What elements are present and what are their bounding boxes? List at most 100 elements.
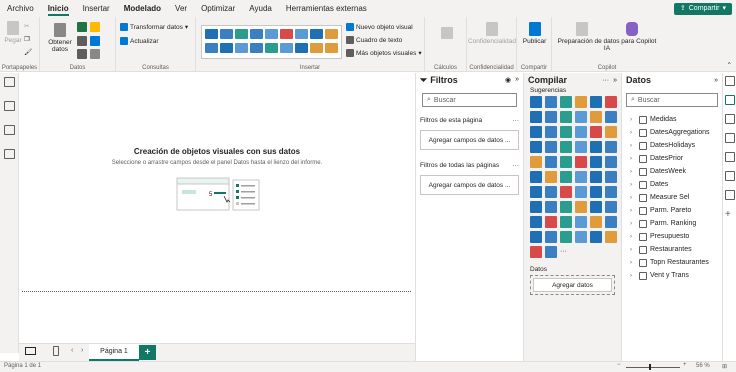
custom-6-icon[interactable] (575, 201, 587, 213)
power-automate-icon[interactable] (545, 186, 557, 198)
table-icon[interactable] (310, 43, 323, 53)
get-data-button[interactable]: Obtener datos (46, 23, 74, 53)
column-chart-icon[interactable] (220, 29, 233, 39)
textbox-button[interactable]: Cuadro de texto (346, 36, 402, 44)
custom-5-icon[interactable] (560, 201, 572, 213)
report-canvas[interactable]: Creación de objetos visuales con sus dat… (19, 73, 415, 343)
selection-icon[interactable] (725, 152, 735, 162)
azure-map-icon[interactable] (575, 141, 587, 153)
bookmarks-icon[interactable] (725, 133, 735, 143)
custom-12-icon[interactable] (575, 216, 587, 228)
new-measure-icon[interactable] (441, 27, 453, 39)
stacked-bar-icon[interactable] (530, 96, 542, 108)
key-influencers-icon[interactable] (545, 171, 557, 183)
collapse-icon[interactable]: » (515, 76, 519, 84)
kpi-icon[interactable] (295, 43, 308, 53)
custom-18-icon[interactable] (575, 231, 587, 243)
field-table-item[interactable]: › Topn Restaurantes (622, 256, 722, 269)
more-visuals-button[interactable]: Más objetos visuales ▾ (346, 49, 422, 57)
field-table-item[interactable]: › Measure Sel (622, 191, 722, 204)
custom-20-icon[interactable] (605, 231, 617, 243)
zoom-in-icon[interactable]: + (683, 362, 687, 368)
line-clustered-icon[interactable] (590, 111, 602, 123)
gauge-icon[interactable] (590, 141, 602, 153)
add-data-button[interactable]: Agregar datos (533, 278, 612, 292)
zoom-slider[interactable] (626, 367, 680, 368)
python-icon[interactable] (530, 171, 542, 183)
custom-3-icon[interactable] (530, 201, 542, 213)
narrative-icon[interactable] (590, 171, 602, 183)
filters-search-input[interactable]: ⌕ Buscar (422, 93, 517, 107)
menu-ayuda[interactable]: Ayuda (242, 0, 279, 17)
more-visuals-ellipsis[interactable]: ··· (560, 246, 572, 258)
cut-icon[interactable]: ✂ (24, 22, 29, 30)
performance-icon[interactable] (725, 171, 735, 181)
field-table-item[interactable]: › Restaurantes (622, 243, 722, 256)
clustered-chart-icon[interactable] (250, 29, 263, 39)
new-visual-button[interactable]: Nuevo objeto visual (346, 23, 413, 31)
custom-19-icon[interactable] (590, 231, 602, 243)
copilot-prep-button[interactable]: Preparación de datos para Copilot IA (554, 22, 660, 52)
chevron-right-icon[interactable]: › (81, 347, 83, 354)
clustered-bar-icon[interactable] (560, 96, 572, 108)
share-button[interactable]: ⇪ Compartir ▾ (673, 3, 732, 15)
area-chart-icon[interactable] (280, 29, 293, 39)
slicer-icon[interactable] (560, 156, 572, 168)
model-view-icon[interactable] (4, 125, 15, 135)
visualizations-grid[interactable]: ··· (524, 94, 621, 260)
more-options-icon[interactable]: ··· (513, 117, 520, 124)
custom-15-icon[interactable] (530, 231, 542, 243)
custom-14-icon[interactable] (605, 216, 617, 228)
pie-icon[interactable] (575, 126, 587, 138)
ribbon-icon[interactable] (605, 111, 617, 123)
custom-21-icon[interactable] (530, 246, 542, 258)
table-icon[interactable] (575, 156, 587, 168)
sensitivity-button[interactable]: Confidencialidad (467, 22, 517, 45)
waterfall-icon[interactable] (310, 29, 323, 39)
eye-icon[interactable]: ◉ (505, 76, 511, 84)
fit-page-icon[interactable]: ⊞ (722, 363, 727, 370)
field-table-item[interactable]: › Parm. Ranking (622, 217, 722, 230)
add-pane-icon[interactable]: + (725, 209, 734, 220)
pie-icon[interactable] (205, 43, 218, 53)
clustered-column-icon[interactable] (575, 96, 587, 108)
dax-view-icon[interactable] (4, 149, 15, 159)
treemap-icon[interactable] (235, 43, 248, 53)
data-search-input[interactable]: ⌕ Buscar (626, 93, 718, 107)
sync-slicers-icon[interactable] (725, 190, 735, 200)
refresh-button[interactable]: Actualizar (120, 37, 159, 45)
enter-data-icon[interactable] (90, 36, 100, 46)
metrics-icon[interactable] (560, 186, 572, 198)
power-apps-icon[interactable] (530, 186, 542, 198)
map-icon[interactable] (530, 141, 542, 153)
zoom-slider-thumb[interactable] (649, 364, 651, 370)
custom-7-icon[interactable] (590, 201, 602, 213)
custom-2-icon[interactable] (605, 186, 617, 198)
r-script-icon[interactable] (605, 156, 617, 168)
table-view-icon[interactable] (4, 101, 15, 111)
card-icon[interactable] (280, 43, 293, 53)
donut-icon[interactable] (220, 43, 233, 53)
excel-icon[interactable] (77, 22, 87, 32)
custom-4-icon[interactable] (545, 201, 557, 213)
paste-button[interactable]: Pegar (4, 21, 22, 44)
field-table-item[interactable]: › Presupuesto (622, 230, 722, 243)
scatter-icon[interactable] (560, 126, 572, 138)
chevron-up-icon[interactable]: ⌃ (727, 61, 732, 69)
custom-1-icon[interactable] (590, 186, 602, 198)
collapse-icon[interactable]: » (714, 77, 718, 84)
custom-17-icon[interactable] (560, 231, 572, 243)
desktop-layout-icon[interactable] (25, 347, 36, 355)
field-table-item[interactable]: › DatesWeek (622, 165, 722, 178)
100-bar-icon[interactable] (590, 96, 602, 108)
menu-optimizar[interactable]: Optimizar (194, 0, 242, 17)
add-page-button[interactable]: + (139, 345, 156, 360)
menu-ver[interactable]: Ver (168, 0, 194, 17)
custom-11-icon[interactable] (560, 216, 572, 228)
line-icon[interactable] (530, 111, 542, 123)
custom-16-icon[interactable] (545, 231, 557, 243)
more-options-icon[interactable]: ··· (513, 162, 520, 169)
all-pages-drop-zone[interactable]: Agregar campos de datos ... (420, 175, 519, 195)
menu-archivo[interactable]: Archivo (0, 0, 41, 17)
custom-9-icon[interactable] (530, 216, 542, 228)
